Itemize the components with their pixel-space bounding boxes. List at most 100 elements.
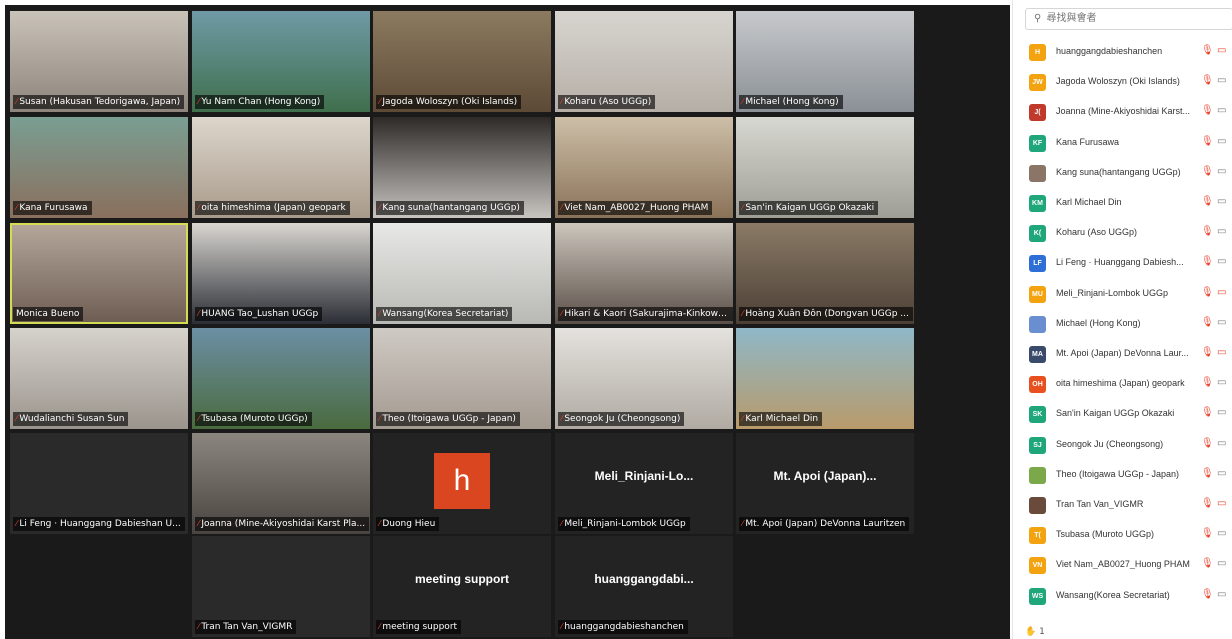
participant-row[interactable]: OH oita himeshima (Japan) geopark 🎙 ▭	[1029, 369, 1232, 399]
camera-icon[interactable]: ▭	[1217, 75, 1226, 86]
video-tile[interactable]: ⁄ Kang suna(hantangang UGGp)	[373, 117, 551, 218]
tile-display-name: huanggangdabi...	[594, 572, 694, 586]
participant-row[interactable]: KF Kana Furusawa 🎙 ▭	[1029, 128, 1232, 158]
video-tile[interactable]: ⁄ Kana Furusawa	[10, 117, 188, 218]
video-tile[interactable]: meeting support ⁄ meeting support	[373, 536, 551, 637]
mic-muted-icon[interactable]: 🎙	[1201, 136, 1214, 147]
participant-row[interactable]: Michael (Hong Kong) 🎙 ▭	[1029, 309, 1232, 339]
mic-muted-icon[interactable]: 🎙	[1201, 558, 1214, 569]
avatar: KF	[1029, 134, 1046, 152]
participant-row[interactable]: J(Joanna (Mine-Akiyoshidai Karst... 🎙 ▭	[1029, 97, 1232, 127]
video-tile[interactable]: ⁄ Seongok Ju (Cheongsong)	[555, 328, 733, 429]
mic-muted-icon: ⁄	[379, 414, 381, 423]
video-tile[interactable]: ⁄ Hikari & Kaori (Sakurajima-Kinkowa...	[555, 223, 733, 324]
participant-name: San'in Kaigan UGGp Okazaki	[745, 203, 875, 213]
participant-row[interactable]: T(Tsubasa (Muroto UGGp) 🎙 ▭	[1029, 520, 1232, 550]
video-tile[interactable]: ⁄ Karl Michael Din	[736, 328, 914, 429]
gallery-grid: ⁄ Susan (Hakusan Tedorigawa, Japan) ⁄ Yu Na…	[5, 5, 1010, 639]
video-tile[interactable]: Mt. Apoi (Japan)... ⁄ Mt. Apoi (Japan) DeV…	[736, 433, 914, 534]
video-tile[interactable]: ⁄ Theo (Itoigawa UGGp - Japan)	[373, 328, 551, 429]
mic-muted-icon[interactable]: 🎙	[1201, 438, 1214, 449]
camera-icon[interactable]: ▭	[1217, 407, 1226, 418]
participant-row[interactable]: Kang suna(hantangang UGGp) 🎙 ▭	[1029, 158, 1232, 188]
video-tile[interactable]: ⁄ Wudalianchi Susan Sun	[10, 328, 188, 429]
video-tile[interactable]: ⁄ Tran Tan Van_VIGMR	[192, 536, 370, 637]
participant-row[interactable]: Theo (Itoigawa UGGp - Japan) 🎙 ▭	[1029, 460, 1232, 490]
participant-name: Michael (Hong Kong)	[1056, 317, 1141, 328]
tile-name-label: ⁄ Jagoda Woloszyn (Oki Islands)	[376, 95, 522, 109]
camera-off-icon[interactable]: ▭	[1217, 498, 1226, 509]
participant-name: Duong Hieu	[382, 519, 436, 529]
mic-muted-icon: ⁄	[379, 622, 381, 631]
mic-muted-icon[interactable]: 🎙	[1201, 468, 1214, 479]
camera-icon[interactable]: ▭	[1217, 226, 1226, 237]
video-tile[interactable]: h ⁄ Duong Hieu	[373, 433, 551, 534]
camera-icon[interactable]: ▭	[1217, 528, 1226, 539]
video-tile[interactable]: ⁄ Koharu (Aso UGGp)	[555, 11, 733, 112]
video-tile[interactable]: ⁄ Hoàng Xuân Đôn (Dongvan UGGp ...	[736, 223, 914, 324]
participant-row[interactable]: LF Li Feng · Huanggang Dabiesh... 🎙 ▭	[1029, 248, 1232, 278]
mic-muted-icon[interactable]: 🎙	[1201, 226, 1214, 237]
participant-row[interactable]: Hhuanggangdabieshanchen 🎙 ▭	[1029, 37, 1232, 67]
mic-muted-icon[interactable]: 🎙	[1201, 498, 1214, 509]
video-tile[interactable]: ⁄ Tsubasa (Muroto UGGp)	[192, 328, 370, 429]
video-tile[interactable]: ⁄ Michael (Hong Kong)	[736, 11, 914, 112]
video-tile[interactable]: ⁄ Li Feng · Huanggang Dabieshan U...	[10, 433, 188, 534]
camera-icon[interactable]: ▭	[1217, 558, 1226, 569]
participant-search-input[interactable]: ⚲ 尋找與會者	[1025, 8, 1232, 30]
participant-row[interactable]: KM Karl Michael Din 🎙 ▭	[1029, 188, 1232, 218]
camera-icon[interactable]: ▭	[1217, 438, 1226, 449]
participant-row[interactable]: Tran Tan Van_VIGMR 🎙 ▭	[1029, 490, 1232, 520]
video-tile[interactable]: ⁄ Wansang(Korea Secretariat)	[373, 223, 551, 324]
participant-row[interactable]: MU Meli_Rinjani-Lombok UGGp 🎙 ▭	[1029, 279, 1232, 309]
video-tile[interactable]: ⁄ oita himeshima (Japan) geopark	[192, 117, 370, 218]
camera-off-icon[interactable]: ▭	[1217, 287, 1226, 298]
participant-row[interactable]: JW Jagoda Woloszyn (Oki Islands) 🎙 ▭	[1029, 67, 1232, 97]
video-tile[interactable]: ⁄ Joanna (Mine-Akiyoshidai Karst Pla...	[192, 433, 370, 534]
camera-icon[interactable]: ▭	[1217, 589, 1226, 600]
video-tile[interactable]: huanggangdabi... ⁄ huanggangdabieshanchen	[555, 536, 733, 637]
mic-muted-icon[interactable]: 🎙	[1201, 166, 1214, 177]
mic-muted-icon[interactable]: 🎙	[1201, 589, 1214, 600]
mic-muted-icon[interactable]: 🎙	[1201, 256, 1214, 267]
mic-muted-icon[interactable]: 🎙	[1201, 317, 1214, 328]
camera-icon[interactable]: ▭	[1217, 256, 1226, 267]
camera-icon[interactable]: ▭	[1217, 317, 1226, 328]
camera-icon[interactable]: ▭	[1217, 196, 1226, 207]
mic-muted-icon[interactable]: 🎙	[1201, 105, 1214, 116]
camera-icon[interactable]: ▭	[1217, 377, 1226, 388]
participant-row[interactable]: WS Wansang(Korea Secretariat) 🎙 ▭	[1029, 581, 1232, 611]
participant-row[interactable]: SJ Seongok Ju (Cheongsong) 🎙 ▭	[1029, 430, 1232, 460]
tile-display-name: Mt. Apoi (Japan)...	[773, 469, 877, 483]
participant-row[interactable]: MA Mt. Apoi (Japan) DeVonna Laur... 🎙 ▭	[1029, 339, 1232, 369]
camera-off-icon[interactable]: ▭	[1217, 347, 1226, 358]
camera-icon[interactable]: ▭	[1217, 468, 1226, 479]
video-tile[interactable]: ⁄ San'in Kaigan UGGp Okazaki	[736, 117, 914, 218]
mic-muted-icon[interactable]: 🎙	[1201, 45, 1214, 56]
video-tile[interactable]: ⁄ Jagoda Woloszyn (Oki Islands)	[373, 11, 551, 112]
mic-muted-icon[interactable]: 🎙	[1201, 75, 1214, 86]
video-tile[interactable]: Monica Bueno	[10, 223, 188, 324]
tile-name-label: ⁄ Hoàng Xuân Đôn (Dongvan UGGp ...	[739, 307, 913, 321]
participant-name: huanggangdabieshanchen	[564, 622, 684, 632]
mic-muted-icon[interactable]: 🎙	[1201, 528, 1214, 539]
mic-muted-icon[interactable]: 🎙	[1201, 407, 1214, 418]
video-tile[interactable]: ⁄ HUANG Tao_Lushan UGGp	[192, 223, 370, 324]
camera-off-icon[interactable]: ▭	[1217, 45, 1226, 56]
avatar: MU	[1029, 285, 1046, 303]
mic-muted-icon[interactable]: 🎙	[1201, 196, 1214, 207]
mic-muted-icon[interactable]: 🎙	[1201, 377, 1214, 388]
video-tile[interactable]: ⁄ Viet Nam_AB0027_Huong PHAM	[555, 117, 733, 218]
participant-row[interactable]: VN Viet Nam_AB0027_Huong PHAM 🎙 ▭	[1029, 550, 1232, 580]
camera-icon[interactable]: ▭	[1217, 105, 1226, 116]
mic-muted-icon[interactable]: 🎙	[1201, 287, 1214, 298]
camera-icon[interactable]: ▭	[1217, 166, 1226, 177]
camera-icon[interactable]: ▭	[1217, 136, 1226, 147]
video-tile[interactable]: ⁄ Susan (Hakusan Tedorigawa, Japan)	[10, 11, 188, 112]
participant-row[interactable]: SK San'in Kaigan UGGp Okazaki 🎙 ▭	[1029, 399, 1232, 429]
mic-muted-icon[interactable]: 🎙	[1201, 347, 1214, 358]
tile-name-label: ⁄ Viet Nam_AB0027_Huong PHAM	[558, 201, 713, 215]
participant-row[interactable]: K(Koharu (Aso UGGp) 🎙 ▭	[1029, 218, 1232, 248]
video-tile[interactable]: ⁄ Yu Nam Chan (Hong Kong)	[192, 11, 370, 112]
video-tile[interactable]: Meli_Rinjani-Lo... ⁄ Meli_Rinjani-Lombok U…	[555, 433, 733, 534]
